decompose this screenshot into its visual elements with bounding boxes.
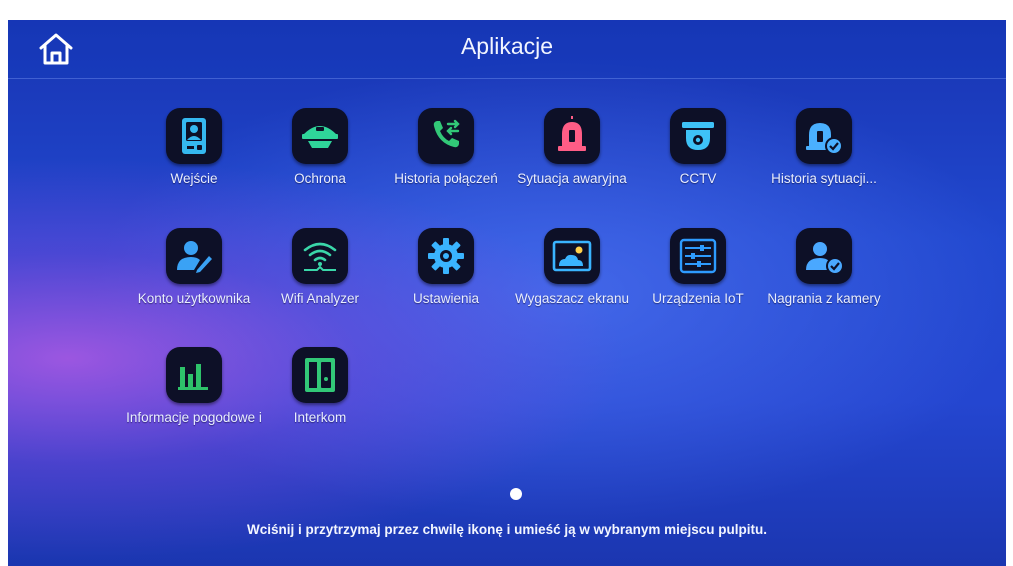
settings-gear-icon: [418, 228, 474, 284]
screen: Aplikacje Wejście Ochrona Historia połąc…: [8, 20, 1006, 566]
app-label: Historia sytuacji...: [771, 171, 877, 186]
emergency-siren-icon: [544, 108, 600, 164]
app-label: Informacje pogodowe i: [126, 410, 262, 425]
app-label: Ustawienia: [412, 291, 480, 306]
app-label: Wejście: [170, 171, 218, 186]
app-label: Wygaszacz ekranu: [515, 291, 629, 306]
app-label: Urządzenia IoT: [652, 291, 744, 306]
call-history-icon: [418, 108, 474, 164]
app-label: Interkom: [293, 410, 347, 425]
hint-text: Wciśnij i przytrzymaj przez chwilę ikonę…: [247, 522, 767, 537]
door-station-icon: [166, 108, 222, 164]
top-bar: Aplikacje: [8, 20, 1006, 79]
app-label: Konto użytkownika: [137, 291, 251, 306]
camera-recordings-icon: [796, 228, 852, 284]
weather-chart-icon: [166, 347, 222, 403]
intercom-icon: [292, 347, 348, 403]
cctv-camera-icon: [670, 108, 726, 164]
iot-sliders-icon: [670, 228, 726, 284]
app-label: Wifi Analyzer: [280, 291, 360, 306]
app-label: Historia połączeń: [394, 171, 498, 186]
user-account-icon: [166, 228, 222, 284]
app-label: CCTV: [679, 171, 717, 186]
wifi-icon: [292, 228, 348, 284]
alarm-history-icon: [796, 108, 852, 164]
screensaver-icon: [544, 228, 600, 284]
security-shield-icon: [292, 108, 348, 164]
app-label: Sytuacja awaryjna: [517, 171, 627, 186]
page-indicator-dot[interactable]: [510, 488, 522, 500]
page-title: Aplikacje: [460, 33, 554, 59]
app-label: Nagrania z kamery: [767, 291, 881, 306]
app-label: Ochrona: [294, 171, 346, 186]
